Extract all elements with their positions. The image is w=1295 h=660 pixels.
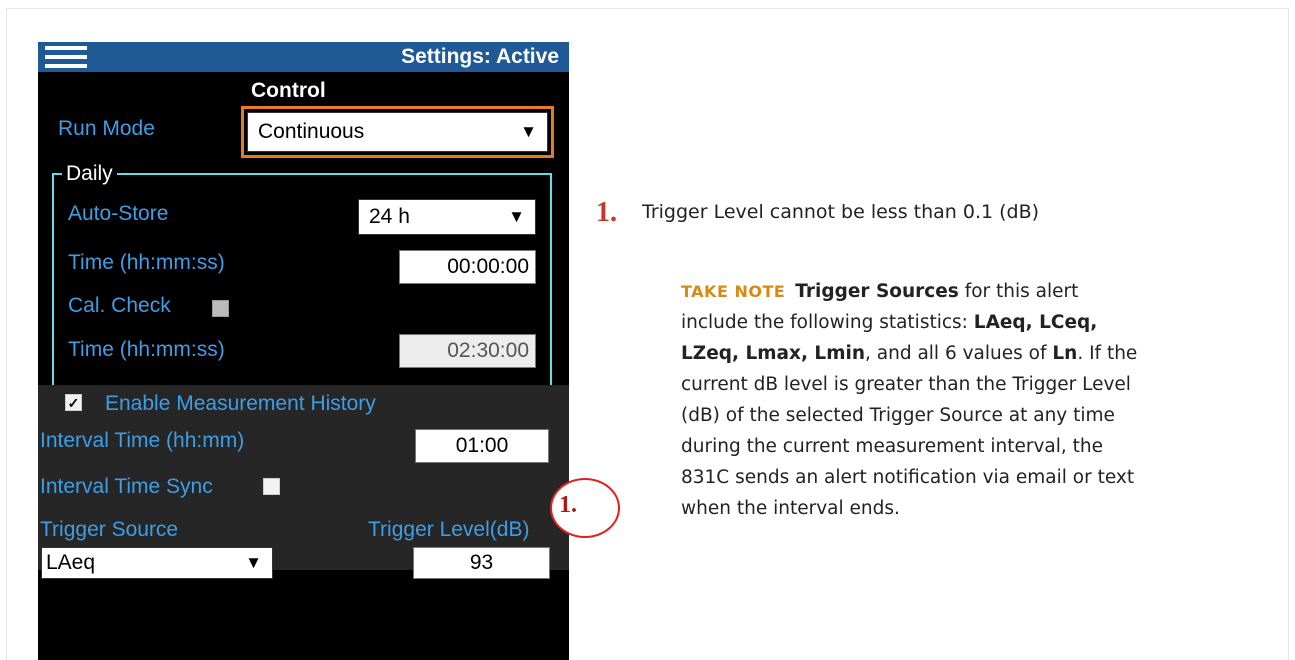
interval-time-input[interactable]: 01:00: [415, 429, 549, 463]
time-label: Time (hh:mm:ss): [68, 251, 225, 274]
run-mode-select[interactable]: Continuous ▼: [247, 112, 548, 152]
checkmark-icon: ✓: [67, 395, 80, 411]
run-mode-value: Continuous: [258, 120, 365, 143]
take-note-label: TAKE NOTE: [681, 282, 786, 301]
note-text-3: . If the current dB level is greater tha…: [681, 343, 1138, 519]
cal-time-input: 02:30:00: [399, 334, 536, 368]
enable-history-checkbox[interactable]: ✓: [65, 394, 82, 411]
time-input[interactable]: 00:00:00: [399, 250, 536, 284]
cal-time-label: Time (hh:mm:ss): [68, 338, 225, 361]
device-settings-panel: Settings: Active Control Run Mode Contin…: [38, 42, 569, 660]
title-bar: Settings: Active: [38, 42, 569, 72]
dropdown-arrow-icon: ▼: [520, 122, 537, 141]
note-bold-ln: Ln: [1052, 343, 1078, 364]
take-note-paragraph: TAKE NOTE Trigger Sources for this alert …: [681, 276, 1151, 524]
dropdown-arrow-icon: ▼: [245, 553, 262, 572]
auto-store-value: 24 h: [369, 205, 410, 228]
trigger-source-label: Trigger Source: [40, 518, 179, 541]
daily-legend: Daily: [62, 162, 117, 186]
cal-check-checkbox[interactable]: [212, 300, 229, 317]
trigger-level-label: Trigger Level(dB): [368, 518, 530, 541]
page-title: Settings: Active: [401, 45, 559, 68]
trigger-source-select[interactable]: LAeq ▼: [41, 547, 273, 579]
interval-sync-checkbox[interactable]: [263, 478, 280, 495]
hamburger-menu-icon[interactable]: [45, 45, 87, 69]
interval-time-label: Interval Time (hh:mm): [40, 429, 245, 452]
trigger-level-input[interactable]: 93: [413, 547, 550, 579]
trigger-source-value: LAeq: [46, 551, 96, 574]
note-bold-trigger-sources: Trigger Sources: [795, 281, 959, 302]
interval-sync-label: Interval Time Sync: [40, 475, 213, 498]
control-section-title: Control: [251, 79, 326, 102]
note-text-2: , and all 6 values of: [865, 343, 1053, 364]
cal-check-label: Cal. Check: [68, 294, 171, 317]
enable-history-label: Enable Measurement History: [105, 392, 376, 415]
callout-number: 1.: [559, 492, 577, 518]
step-number: 1.: [596, 197, 617, 228]
auto-store-label: Auto-Store: [68, 202, 169, 225]
auto-store-select[interactable]: 24 h ▼: [358, 199, 536, 235]
dropdown-arrow-icon: ▼: [508, 207, 525, 226]
run-mode-label: Run Mode: [58, 117, 155, 140]
step-text: Trigger Level cannot be less than 0.1 (d…: [642, 201, 1040, 223]
